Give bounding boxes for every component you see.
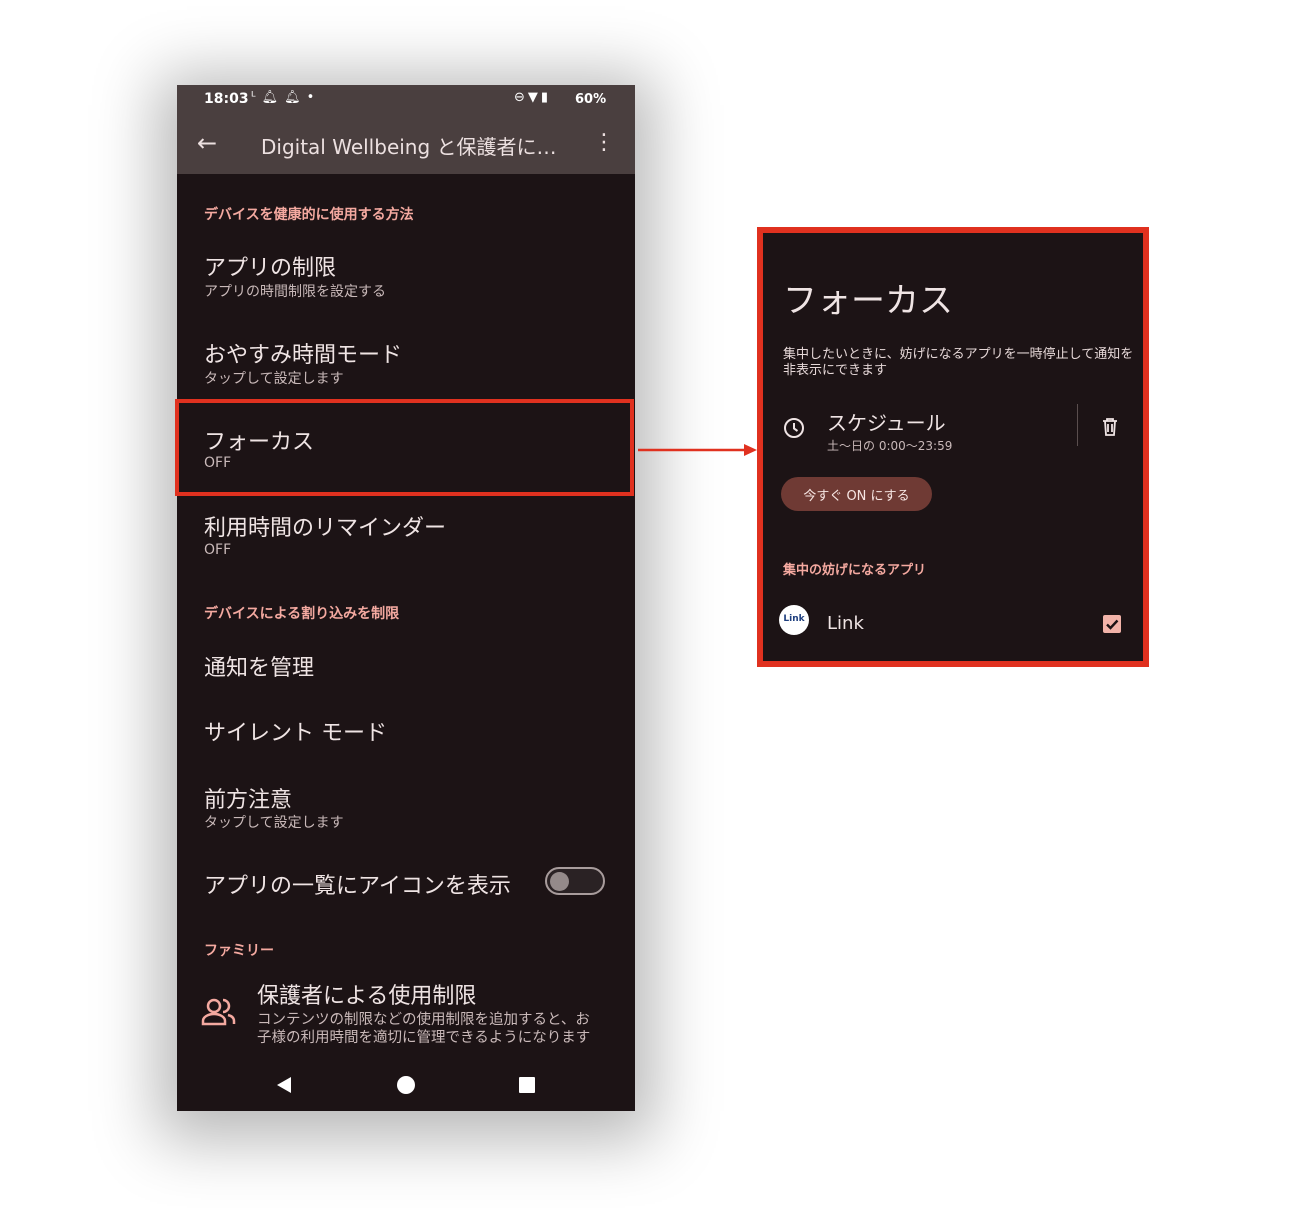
link-app-icon: ᴸ	[251, 90, 262, 105]
distracting-apps-header: 集中の妨げになるアプリ	[783, 563, 927, 578]
item-subtitle: タップして設定します	[204, 371, 344, 387]
focus-highlight-box	[175, 399, 634, 496]
link-app-logo: Link	[779, 605, 809, 635]
item-title: 保護者による使用制限	[257, 984, 477, 1009]
page-title: Digital Wellbeing と保護者に…	[261, 135, 557, 159]
check-icon	[1106, 619, 1119, 630]
notification-icons: ᴸ🔔︎🔔︎•	[251, 90, 320, 105]
navigation-bar	[177, 1059, 635, 1111]
status-bar: 18:03 ᴸ🔔︎🔔︎• ⊖▼▮ 60%	[177, 85, 635, 115]
battery-icon: ▮	[540, 90, 552, 105]
wifi-icon: ▼	[527, 90, 541, 105]
app-bar: ← Digital Wellbeing と保護者に… ⋮	[177, 115, 635, 174]
nav-recents-icon[interactable]	[519, 1077, 535, 1093]
bell-icon: 🔔︎	[261, 90, 285, 105]
section-family-header: ファミリー	[204, 943, 274, 959]
system-icons: ⊖▼▮	[514, 90, 551, 105]
people-icon	[201, 998, 236, 1026]
dot-icon: •	[306, 90, 321, 105]
section-interruptions-header: デバイスによる割り込みを制限	[204, 606, 400, 622]
item-title: 通知を管理	[204, 656, 315, 681]
detail-title: フォーカス	[783, 281, 953, 321]
show-icon-toggle[interactable]	[545, 867, 605, 895]
item-title: 利用時間のリマインダー	[204, 516, 447, 541]
item-subtitle: OFF	[204, 542, 232, 558]
item-title: 前方注意	[204, 788, 293, 813]
nav-back-icon[interactable]	[275, 1076, 293, 1094]
focus-detail-panel: フォーカス 集中したいときに、妨げになるアプリを一時停止して通知を非表示にできま…	[757, 227, 1149, 667]
status-time: 18:03	[204, 91, 249, 107]
app-name: Link	[827, 613, 864, 634]
item-subtitle: タップして設定します	[204, 815, 344, 831]
bell-icon: 🔔︎	[284, 90, 307, 105]
schedule-subtitle: 土〜日の 0:00〜23:59	[827, 439, 953, 453]
nav-home-icon[interactable]	[396, 1075, 416, 1095]
item-subtitle: アプリの時間制限を設定する	[204, 284, 386, 300]
do-not-disturb-icon: ⊖	[514, 90, 528, 105]
item-subtitle: 子様の利用時間を適切に管理できるようになります	[257, 1030, 591, 1046]
trash-icon[interactable]	[1101, 417, 1119, 437]
schedule-divider	[1077, 404, 1078, 446]
item-title: アプリの一覧にアイコンを表示	[204, 874, 511, 899]
item-title: おやすみ時間モード	[204, 343, 403, 368]
phone-screen: 18:03 ᴸ🔔︎🔔︎• ⊖▼▮ 60% ← Digital Wellbeing…	[177, 85, 635, 1111]
toggle-knob	[550, 872, 569, 891]
detail-description: 集中したいときに、妨げになるアプリを一時停止して通知を非表示にできます	[783, 347, 1134, 378]
back-arrow-icon[interactable]: ←	[197, 129, 217, 157]
app-checkbox[interactable]	[1103, 615, 1121, 633]
callout-arrow	[638, 444, 757, 456]
more-vert-icon[interactable]: ⋮	[593, 129, 615, 157]
clock-icon	[784, 418, 804, 438]
schedule-title: スケジュール	[827, 411, 946, 435]
item-title: サイレント モード	[204, 721, 387, 746]
item-title: アプリの制限	[204, 256, 337, 281]
battery-level: 60%	[575, 92, 607, 107]
section-wellbeing-header: デバイスを健康的に使用する方法	[204, 207, 414, 223]
turn-on-now-button[interactable]: 今すぐ ON にする	[781, 477, 932, 511]
